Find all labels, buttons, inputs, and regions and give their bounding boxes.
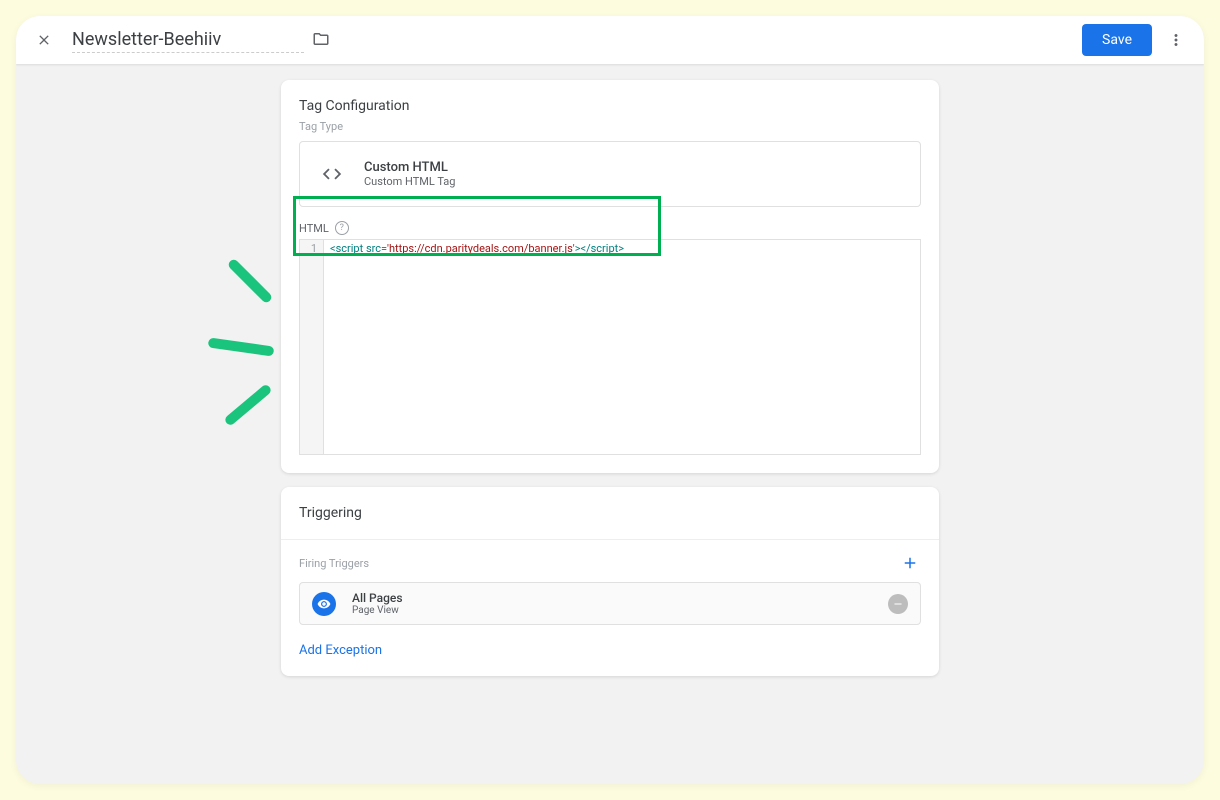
tag-configuration-card: Tag Configuration Tag Type Custom HTML C… [281,80,939,473]
html-code-editor[interactable]: 1 <script src='https://cdn.paritydeals.c… [299,239,921,455]
remove-trigger-icon[interactable] [888,594,908,614]
add-trigger-icon[interactable] [899,552,921,574]
tag-name-input[interactable] [72,27,304,53]
code-icon [314,156,350,192]
tag-type-label: Tag Type [299,120,921,133]
add-exception-link[interactable]: Add Exception [281,625,400,676]
help-icon[interactable]: ? [335,221,349,235]
editor-gutter: 1 [300,240,324,454]
tag-config-heading: Tag Configuration [281,80,939,120]
firing-triggers-label: Firing Triggers [299,557,369,570]
code-line-1: <script src='https://cdn.paritydeals.com… [324,240,630,454]
folder-icon[interactable] [312,30,332,50]
html-field-label: HTML [299,222,329,235]
tag-type-desc: Custom HTML Tag [364,175,455,188]
trigger-row[interactable]: All Pages Page View [299,582,921,625]
trigger-name: All Pages [352,591,403,605]
triggering-card: Triggering Firing Triggers All Pages [281,487,939,676]
trigger-type: Page View [352,605,403,616]
tag-type-name: Custom HTML [364,160,455,175]
app-window: Save Tag Configuration Tag Type [16,16,1204,784]
save-button[interactable]: Save [1082,24,1152,56]
tag-type-selector[interactable]: Custom HTML Custom HTML Tag [299,141,921,207]
triggering-heading: Triggering [281,487,939,540]
more-icon[interactable] [1164,28,1188,52]
pageview-icon [312,592,336,616]
top-bar: Save [16,16,1204,64]
close-icon[interactable] [32,28,56,52]
line-number: 1 [300,242,317,255]
